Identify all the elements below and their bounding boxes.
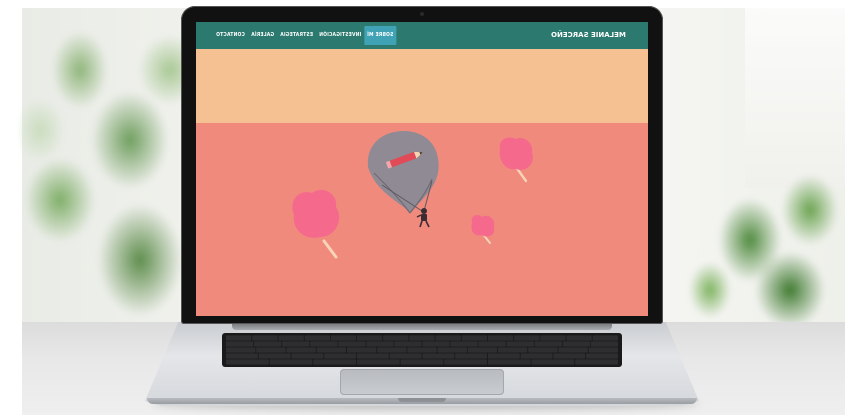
keyboard-key — [534, 341, 562, 347]
pink-tree-icon — [499, 137, 533, 183]
keyboard-key — [506, 341, 534, 347]
keyboard-key — [487, 335, 514, 341]
laptop-scene: CONTACTO GALERÍA ESTRATEGIA INVESTIGACIÓ… — [0, 0, 845, 415]
keyboard-key — [316, 347, 346, 353]
keyboard-key — [586, 353, 618, 359]
keyboard-key — [356, 335, 383, 341]
keyboard-key — [437, 347, 467, 353]
nav-item-contacto[interactable]: CONTACTO — [213, 22, 248, 49]
pink-tree-icon — [292, 189, 340, 259]
keyboard-key — [258, 353, 291, 359]
keyboard-key — [324, 353, 357, 359]
hero-top-band — [196, 49, 648, 123]
keyboard-key — [558, 347, 588, 353]
keyboard-key — [575, 359, 618, 365]
keyboard-key — [409, 335, 435, 341]
nav-menu: CONTACTO GALERÍA ESTRATEGIA INVESTIGACIÓ… — [213, 22, 397, 49]
keyboard-key — [304, 335, 330, 341]
keyboard-key — [286, 347, 316, 353]
trackpad[interactable] — [340, 369, 504, 395]
pink-tree-icon — [471, 215, 495, 244]
nav-item-estrategia[interactable]: ESTRATEGIA — [277, 22, 316, 49]
keyboard-key — [226, 335, 252, 341]
keyboard-key — [226, 347, 256, 353]
laptop-lid: CONTACTO GALERÍA ESTRATEGIA INVESTIGACIÓ… — [181, 6, 663, 324]
keyboard-key — [461, 335, 488, 341]
keyboard-key — [588, 347, 618, 353]
keyboard-key — [226, 353, 258, 359]
keyboard-key — [435, 335, 461, 341]
keyboard-key — [487, 359, 531, 365]
keyboard-key — [282, 341, 310, 347]
keyboard-key — [467, 347, 498, 353]
keyboard-key — [592, 335, 618, 341]
plant-left-blurred — [20, 10, 195, 320]
keyboard-key — [291, 353, 324, 359]
keyboard-key — [383, 335, 409, 341]
nav-item-sobre-mi[interactable]: SOBRE MÍ — [364, 26, 397, 45]
keyboard-key — [377, 347, 407, 353]
keyboard-key — [531, 359, 575, 365]
keyboard-key — [562, 341, 590, 347]
keyboard-key — [497, 347, 528, 353]
keyboard-key — [478, 341, 506, 347]
keyboard-key — [254, 341, 282, 347]
keyboard-key — [422, 341, 450, 347]
site-brand[interactable]: MELANIE SARCEÑO — [551, 22, 626, 49]
keyboard-key — [346, 347, 377, 353]
keyboard-key — [540, 335, 566, 341]
keyboard-key — [553, 353, 586, 359]
keyboard-key — [455, 353, 487, 359]
keyboard-key — [566, 335, 592, 341]
person-hanging-icon — [416, 208, 430, 228]
laptop-screen: CONTACTO GALERÍA ESTRATEGIA INVESTIGACIÓ… — [196, 22, 648, 316]
keyboard-key — [252, 335, 278, 341]
plant-right-blurred — [680, 150, 845, 330]
keyboard-key — [310, 341, 338, 347]
camera-dot — [420, 12, 424, 16]
keyboard-key — [520, 353, 553, 359]
keyboard-key — [269, 359, 313, 365]
keyboard-key — [394, 341, 422, 347]
keyboard-key — [313, 359, 357, 365]
nav-item-galeria[interactable]: GALERÍA — [248, 22, 277, 49]
nav-item-investigacion[interactable]: INVESTIGACIÓN — [316, 22, 364, 49]
keyboard-key — [338, 341, 366, 347]
keyboard-key — [256, 347, 286, 353]
keyboard-key — [366, 341, 394, 347]
keyboard-key — [528, 347, 558, 353]
keyboard-key — [330, 335, 357, 341]
keyboard-key — [400, 359, 444, 365]
site-navbar: CONTACTO GALERÍA ESTRATEGIA INVESTIGACIÓ… — [196, 22, 648, 49]
parachute-balloon-icon — [367, 131, 439, 214]
keyboard-key — [356, 359, 400, 365]
keyboard-key — [356, 353, 389, 359]
laptop-notch — [398, 398, 446, 402]
keyboard-keys — [226, 335, 618, 365]
keyboard-key — [278, 335, 304, 341]
keyboard-key — [226, 341, 254, 347]
keyboard-key — [450, 341, 478, 347]
keyboard-key — [389, 353, 422, 359]
keyboard-key — [487, 353, 520, 359]
keyboard-key — [444, 359, 487, 365]
hero-illustration — [292, 131, 533, 259]
keyboard-key — [422, 353, 455, 359]
keyboard-key — [407, 347, 437, 353]
keyboard-key — [226, 359, 269, 365]
keyboard-key — [590, 341, 618, 347]
keyboard-key — [514, 335, 540, 341]
